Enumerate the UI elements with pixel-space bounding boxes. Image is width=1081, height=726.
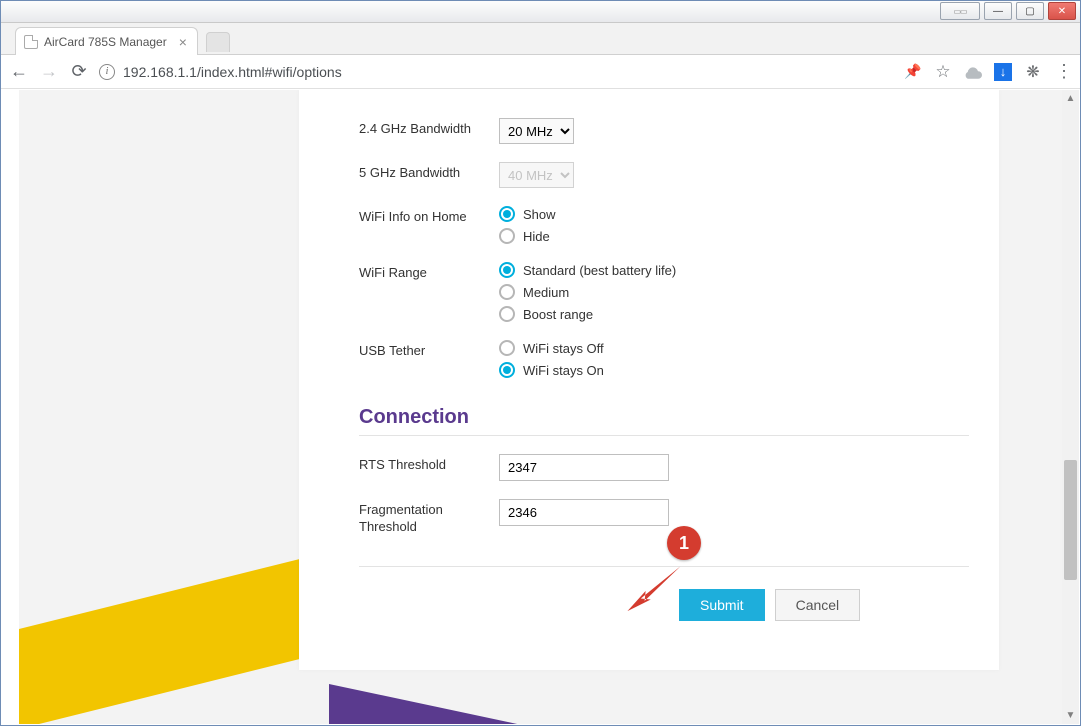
radio-icon — [499, 228, 515, 244]
extension-icon[interactable]: ❋ — [1024, 63, 1042, 81]
site-info-icon[interactable]: i — [99, 64, 115, 80]
address-bar[interactable]: i 192.168.1.1/index.html#wifi/options — [99, 64, 894, 80]
wifiinfo-hide-radio[interactable]: Hide — [499, 228, 969, 244]
browser-toolbar: ← → ⟳ i 192.168.1.1/index.html#wifi/opti… — [1, 55, 1080, 89]
annotation-step-badge: 1 — [667, 526, 701, 560]
vertical-scrollbar[interactable]: ▲ ▼ — [1062, 90, 1079, 724]
frag-label: Fragmentation Threshold — [359, 499, 499, 536]
window-maximize-button[interactable]: ▢ — [1016, 2, 1044, 20]
new-tab-button[interactable] — [206, 32, 230, 52]
rts-label: RTS Threshold — [359, 454, 499, 474]
url-text: 192.168.1.1/index.html#wifi/options — [123, 64, 342, 80]
frag-input[interactable] — [499, 499, 669, 526]
submit-button[interactable]: Submit — [679, 589, 765, 621]
bw5-select: 40 MHz — [499, 162, 574, 188]
annotation-arrow-icon — [626, 560, 686, 621]
browser-viewport: 2.4 GHz Bandwidth 20 MHz 5 GHz Bandwidth… — [2, 90, 1079, 724]
download-icon[interactable]: ↓ — [994, 63, 1012, 81]
range-boost-label: Boost range — [523, 307, 593, 322]
radio-icon — [499, 284, 515, 300]
tether-off-label: WiFi stays Off — [523, 341, 604, 356]
browser-tabstrip: AirCard 785S Manager × — [1, 23, 1080, 55]
tab-close-icon[interactable]: × — [179, 34, 187, 50]
bookmark-star-icon[interactable]: ☆ — [934, 63, 952, 81]
wifiinfo-label: WiFi Info on Home — [359, 206, 499, 226]
tether-on-label: WiFi stays On — [523, 363, 604, 378]
bw5-label: 5 GHz Bandwidth — [359, 162, 499, 182]
tether-label: USB Tether — [359, 340, 499, 360]
scroll-thumb[interactable] — [1064, 460, 1077, 580]
radio-icon — [499, 306, 515, 322]
bw24-select[interactable]: 20 MHz — [499, 118, 574, 144]
wifiinfo-show-radio[interactable]: Show — [499, 206, 969, 222]
range-medium-radio[interactable]: Medium — [499, 284, 969, 300]
range-boost-radio[interactable]: Boost range — [499, 306, 969, 322]
browser-tab-active[interactable]: AirCard 785S Manager × — [15, 27, 198, 55]
page-icon — [24, 35, 38, 49]
range-standard-label: Standard (best battery life) — [523, 263, 676, 278]
radio-icon — [499, 206, 515, 222]
reload-button[interactable]: ⟳ — [69, 61, 89, 82]
range-standard-radio[interactable]: Standard (best battery life) — [499, 262, 969, 278]
cloud-icon[interactable] — [964, 63, 982, 81]
decorative-shape-purple — [329, 684, 589, 724]
pin-icon[interactable]: 📌 — [904, 63, 922, 81]
range-label: WiFi Range — [359, 262, 499, 282]
tether-off-radio[interactable]: WiFi stays Off — [499, 340, 969, 356]
back-button[interactable]: ← — [9, 61, 29, 82]
scroll-up-icon[interactable]: ▲ — [1062, 90, 1079, 107]
cancel-button[interactable]: Cancel — [775, 589, 861, 621]
radio-icon — [499, 362, 515, 378]
radio-icon — [499, 262, 515, 278]
connection-heading: Connection — [359, 406, 969, 436]
window-close-button[interactable]: ✕ — [1048, 2, 1076, 20]
window-pin-button[interactable]: ▭▭ — [940, 2, 980, 20]
tether-on-radio[interactable]: WiFi stays On — [499, 362, 969, 378]
radio-icon — [499, 340, 515, 356]
annotation-step-number: 1 — [679, 533, 689, 554]
page-background: 2.4 GHz Bandwidth 20 MHz 5 GHz Bandwidth… — [19, 90, 1062, 724]
window-minimize-button[interactable]: — — [984, 2, 1012, 20]
browser-menu-icon[interactable]: ⋮ — [1054, 63, 1072, 81]
window-titlebar: ▭▭ — ▢ ✕ — [1, 1, 1080, 23]
bw24-label: 2.4 GHz Bandwidth — [359, 118, 499, 138]
rts-input[interactable] — [499, 454, 669, 481]
scroll-down-icon[interactable]: ▼ — [1062, 707, 1079, 724]
range-medium-label: Medium — [523, 285, 569, 300]
tab-title: AirCard 785S Manager — [44, 35, 167, 49]
wifiinfo-hide-label: Hide — [523, 229, 550, 244]
forward-button[interactable]: → — [39, 61, 59, 82]
wifiinfo-show-label: Show — [523, 207, 556, 222]
